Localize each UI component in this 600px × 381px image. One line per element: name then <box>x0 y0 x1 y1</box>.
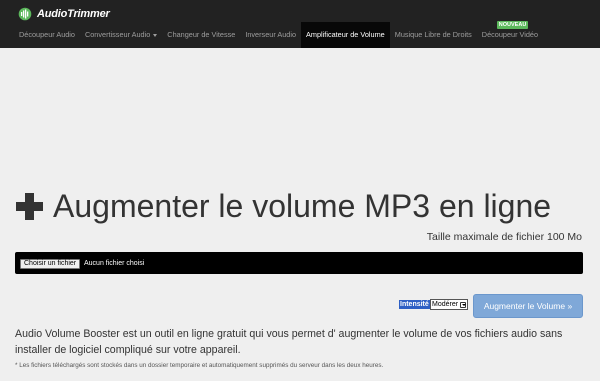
new-badge: NOUVEAU <box>496 21 529 29</box>
nav-item-volume-booster[interactable]: Amplificateur de Volume <box>301 22 390 48</box>
intensity-label: Intensité <box>399 300 430 309</box>
nav-item-video-cutter[interactable]: NOUVEAU Découpeur Vidéo <box>477 21 543 48</box>
page-title-text: Augmenter le volume MP3 en ligne <box>53 187 552 224</box>
nav-item-free-music[interactable]: Musique Libre de Droits <box>390 22 477 48</box>
nav-label: Amplificateur de Volume <box>306 30 385 39</box>
plus-icon <box>16 192 43 220</box>
choose-file-button[interactable]: Choisir un fichier <box>20 259 81 269</box>
intensity-select[interactable]: Modérer <box>430 299 469 310</box>
boost-volume-button[interactable]: Augmenter le Volume » <box>473 294 583 318</box>
nav-label: Convertisseur Audio <box>84 30 151 39</box>
nav-label: Découpeur Audio <box>19 30 75 39</box>
nav-item-audio-converter[interactable]: Convertisseur Audio <box>80 22 162 48</box>
intensity-selected-value: Modérer <box>432 301 459 308</box>
brand-name: AudioTrimmer <box>37 8 110 20</box>
nav-label: Musique Libre de Droits <box>394 30 472 39</box>
page-title: Augmenter le volume MP3 en ligne <box>16 186 551 226</box>
nav-label: Changeur de Vitesse <box>167 30 236 39</box>
tool-description: Audio Volume Booster est un outil en lig… <box>15 328 563 356</box>
storage-note: * Les fichiers téléchargés sont stockés … <box>15 362 384 369</box>
nav-label: Inverseur Audio <box>245 30 297 39</box>
nav-item-audio-cutter[interactable]: Découpeur Audio <box>14 22 80 48</box>
file-upload-area[interactable]: Choisir un fichier Aucun fichier choisi <box>15 252 583 274</box>
nav-item-audio-reverser[interactable]: Inverseur Audio <box>240 22 301 48</box>
nav-label: Découpeur Vidéo <box>481 30 539 39</box>
sound-wave-icon <box>18 7 32 21</box>
top-navbar: AudioTrimmer Découpeur Audio Convertisse… <box>0 0 600 48</box>
brand-logo-link[interactable]: AudioTrimmer <box>18 5 110 23</box>
file-status-text: Aucun fichier choisi <box>84 260 145 267</box>
chevron-down-icon <box>460 301 467 308</box>
caret-down-icon <box>153 33 158 37</box>
max-file-size-text: Taille maximale de fichier 100 Mo <box>426 231 582 243</box>
nav-item-speed-changer[interactable]: Changeur de Vitesse <box>162 22 240 48</box>
main-nav: Découpeur Audio Convertisseur Audio Chan… <box>14 21 543 48</box>
